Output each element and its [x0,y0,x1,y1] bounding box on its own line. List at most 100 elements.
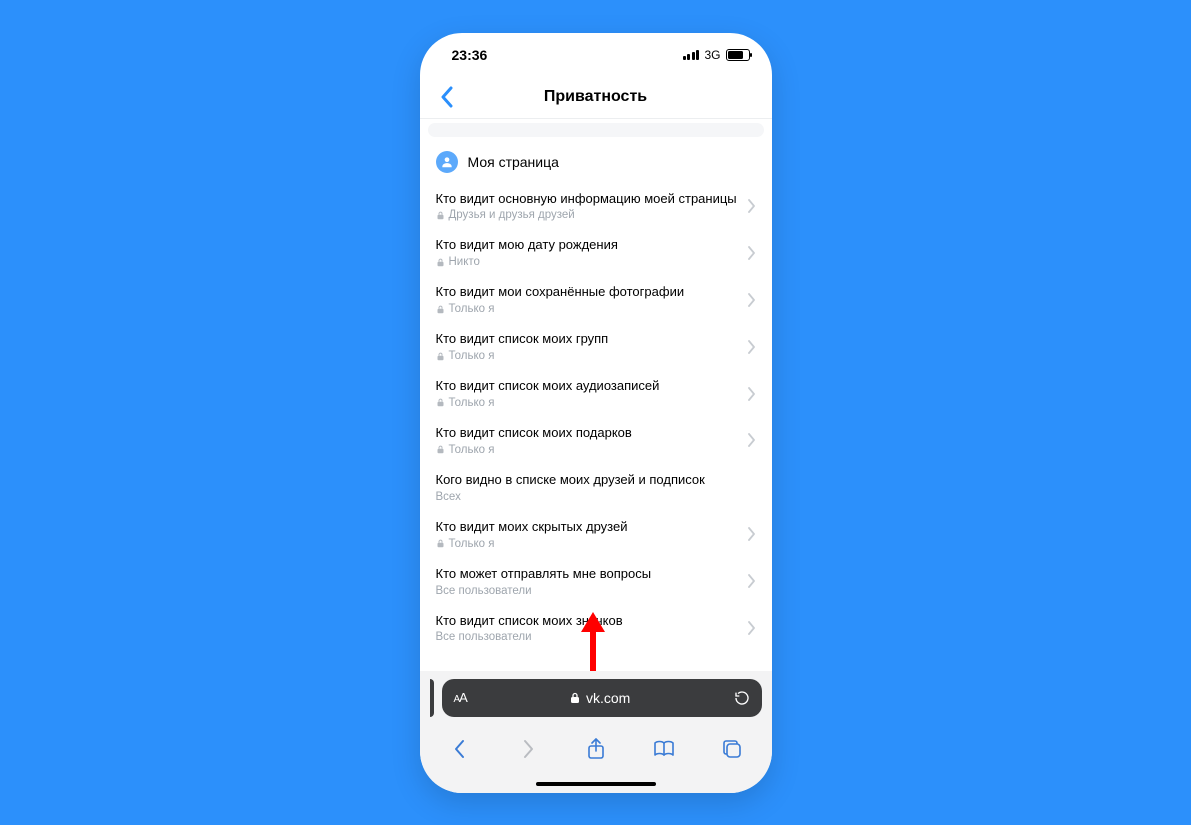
chevron-right-icon [748,293,756,307]
privacy-item-title: Кто видит основную информацию моей стран… [436,191,740,208]
tab-edge [430,679,434,717]
privacy-item-subtitle: Всех [436,491,740,503]
chevron-right-icon [748,340,756,354]
privacy-item-title: Кто видит список моих аудиозаписей [436,378,740,395]
privacy-settings-list[interactable]: Моя страница Кто видит основную информац… [420,119,772,671]
lock-icon [436,305,445,314]
browser-toolbar [420,723,772,775]
browser-back-button[interactable] [438,727,482,771]
chevron-right-icon [521,739,535,759]
privacy-item-value: Только я [449,303,495,315]
status-bar: 23:36 3G [420,33,772,77]
privacy-item[interactable]: Кто видит список моих значковВсе пользов… [420,605,772,652]
privacy-item-text: Кто видит список моих групп Только я [436,331,740,362]
lock-icon [436,352,445,361]
chevron-right-icon [748,574,756,588]
domain-label: vk.com [586,690,630,706]
privacy-item-subtitle: Никто [436,256,740,268]
privacy-item[interactable]: Кого видно в списке моих друзей и подпис… [420,464,772,511]
privacy-item-subtitle: Все пользователи [436,631,740,643]
privacy-item-value: Только я [449,444,495,456]
privacy-item-subtitle: Все пользователи [436,585,740,597]
privacy-item-title: Кто видит список моих групп [436,331,740,348]
status-time: 23:36 [452,47,488,63]
bookmarks-button[interactable] [642,727,686,771]
chevron-right-icon [748,527,756,541]
chevron-right-icon [748,621,756,635]
privacy-item-title: Кто видит мои сохранённые фотографии [436,284,740,301]
privacy-item-value: Никто [449,256,480,268]
privacy-item-title: Кто видит мою дату рождения [436,237,740,254]
privacy-item-value: Всех [436,491,461,503]
privacy-item-text: Кто может отправлять мне вопросы Все поль… [436,566,740,597]
nav-header: Приватность [420,77,772,119]
privacy-item-value: Все пользователи [436,631,532,643]
home-indicator [420,775,772,793]
privacy-item[interactable]: Кто видит список моих групп Только я [420,323,772,370]
privacy-item-subtitle: Только я [436,397,740,409]
tabs-button[interactable] [710,727,754,771]
chevron-right-icon [748,246,756,260]
privacy-item-subtitle: Только я [436,444,740,456]
privacy-item-text: Кто видит мои сохранённые фотографии Толь… [436,284,740,315]
privacy-item[interactable]: Кто видит список моих аудиозаписей Только… [420,370,772,417]
privacy-item[interactable]: Кто видит список моих подарков Только я [420,417,772,464]
phone-frame: 23:36 3G Приватность Моя страница Кто ви… [420,33,772,793]
privacy-item-text: Кто видит мою дату рождения Никто [436,237,740,268]
privacy-item-text: Кто видит список моих подарков Только я [436,425,740,456]
chevron-right-icon [748,387,756,401]
browser-forward-button[interactable] [506,727,550,771]
privacy-item-text: Кто видит список моих аудиозаписей Только… [436,378,740,409]
privacy-item-value: Друзья и друзья друзей [449,209,575,221]
battery-icon [726,49,750,61]
privacy-item-subtitle: Только я [436,303,740,315]
privacy-item-title: Кто видит список моих подарков [436,425,740,442]
back-button[interactable] [426,77,468,118]
privacy-item[interactable]: Кто видит основную информацию моей стран… [420,183,772,230]
reload-icon [734,690,750,706]
text-size-button[interactable]: AA [454,690,467,705]
chevron-right-icon [748,199,756,213]
page-title: Приватность [544,88,647,106]
chevron-left-icon [453,739,467,759]
privacy-item[interactable]: Кто может отправлять мне вопросы Все поль… [420,558,772,605]
privacy-item[interactable]: Кто видит мои сохранённые фотографии Толь… [420,276,772,323]
section-title: Моя страница [468,154,559,170]
lock-icon [436,398,445,407]
privacy-item-title: Кто видит список моих значков [436,613,740,630]
profile-icon [436,151,458,173]
share-button[interactable] [574,727,618,771]
lock-icon [436,539,445,548]
network-label: 3G [704,48,720,62]
privacy-item-text: Кто видит основную информацию моей стран… [436,191,740,222]
share-icon [587,738,605,760]
book-icon [653,740,675,758]
chevron-left-icon [440,86,454,108]
lock-icon [570,692,580,704]
cellular-signal-icon [683,50,700,60]
privacy-item-title: Кого видно в списке моих друзей и подпис… [436,472,740,489]
privacy-item-value: Только я [449,397,495,409]
privacy-item[interactable]: Кто видит мою дату рождения Никто [420,229,772,276]
reload-button[interactable] [734,690,750,706]
privacy-item-value: Все пользователи [436,585,532,597]
lock-icon [436,445,445,454]
chevron-right-icon [748,433,756,447]
tabs-icon [722,739,742,759]
browser-address-area: AA vk.com [420,671,772,723]
address-bar[interactable]: AA vk.com [442,679,762,717]
privacy-item-subtitle: Только я [436,350,740,362]
privacy-item-subtitle: Только я [436,538,740,550]
privacy-item-value: Только я [449,350,495,362]
privacy-item[interactable]: Кто видит моих скрытых друзей Только я [420,511,772,558]
lock-icon [436,211,445,220]
privacy-item-title: Кто может отправлять мне вопросы [436,566,740,583]
section-spacer [428,123,764,137]
privacy-item-text: Кого видно в списке моих друзей и подпис… [436,472,740,503]
privacy-item-subtitle: Друзья и друзья друзей [436,209,740,221]
section-header: Моя страница [420,137,772,183]
privacy-item-text: Кто видит моих скрытых друзей Только я [436,519,740,550]
lock-icon [436,258,445,267]
privacy-item-title: Кто видит моих скрытых друзей [436,519,740,536]
privacy-item-value: Только я [449,538,495,550]
